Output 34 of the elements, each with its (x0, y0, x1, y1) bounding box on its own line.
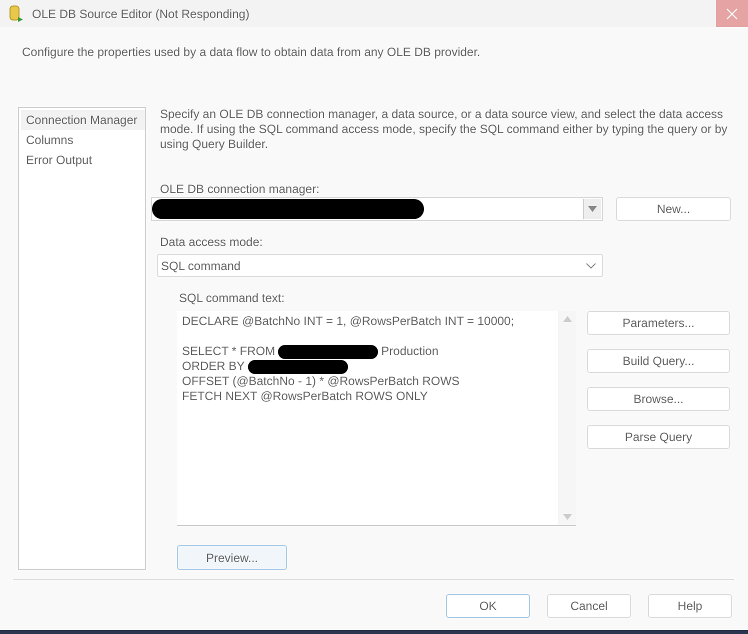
close-button[interactable] (716, 0, 748, 27)
sidebar-item[interactable]: Error Output (21, 150, 145, 170)
side-button[interactable]: Browse... (587, 387, 730, 411)
field-label: Data access mode: (160, 235, 263, 249)
side-button[interactable]: Parse Query (587, 425, 730, 449)
field-label: SQL command text: (179, 291, 285, 305)
field-label: OLE DB connection manager: (160, 182, 320, 196)
side-button[interactable]: Parameters... (587, 311, 730, 335)
instructions-text: Specify an OLE DB connection manager, a data source, or a data source view, and select the data access mode. If using the SQL command access mode, specify the SQL command either by typing the query or by using Query Builder. (160, 107, 728, 153)
sql-text: ORDER BY (182, 359, 245, 373)
scroll-up-icon (562, 316, 572, 322)
sidebar-item[interactable]: Connection Manager (21, 110, 145, 130)
sql-text: Production (381, 344, 439, 358)
side-button[interactable]: Build Query... (587, 349, 730, 373)
dialog-button[interactable]: Cancel (547, 594, 631, 618)
data-access-mode-select[interactable]: SQL command (157, 254, 603, 277)
chevron-down-icon (586, 262, 596, 268)
sql-editor[interactable]: DECLARE @BatchNo INT = 1, @RowsPerBatch INT = 10000; SELECT * FROM Production ORDER BY OFFSET (@BatchNo - 1) * @RowsPerBatch ROWS FETCH NEXT @RowsPerBatch ROWS ONLY (177, 311, 576, 526)
dialog-description: Configure the properties used by a data flow to obtain data from any OLE DB provider. (22, 45, 480, 59)
window-title: OLE DB Source Editor (Not Responding) (32, 6, 250, 22)
sql-text: SELECT * FROM (182, 344, 276, 358)
sql-text: DECLARE @BatchNo INT = 1, @RowsPerBatch INT = 10000; (182, 314, 514, 328)
sql-text: FETCH NEXT @RowsPerBatch ROWS ONLY (182, 389, 428, 403)
dialog-button[interactable]: Help (648, 594, 732, 618)
close-icon (726, 8, 738, 20)
data-source-icon (8, 4, 24, 22)
new-button[interactable]: New... (616, 197, 731, 221)
dialog-button[interactable]: OK (446, 594, 530, 618)
connection-manager-combo[interactable] (151, 197, 603, 221)
scroll-down-icon (562, 514, 572, 520)
preview-button[interactable]: Preview... (177, 545, 287, 570)
sql-text: OFFSET (@BatchNo - 1) * @RowsPerBatch ROWS (182, 374, 460, 388)
sidebar-item[interactable]: Columns (21, 130, 145, 150)
dropdown-arrow-icon (588, 206, 597, 212)
